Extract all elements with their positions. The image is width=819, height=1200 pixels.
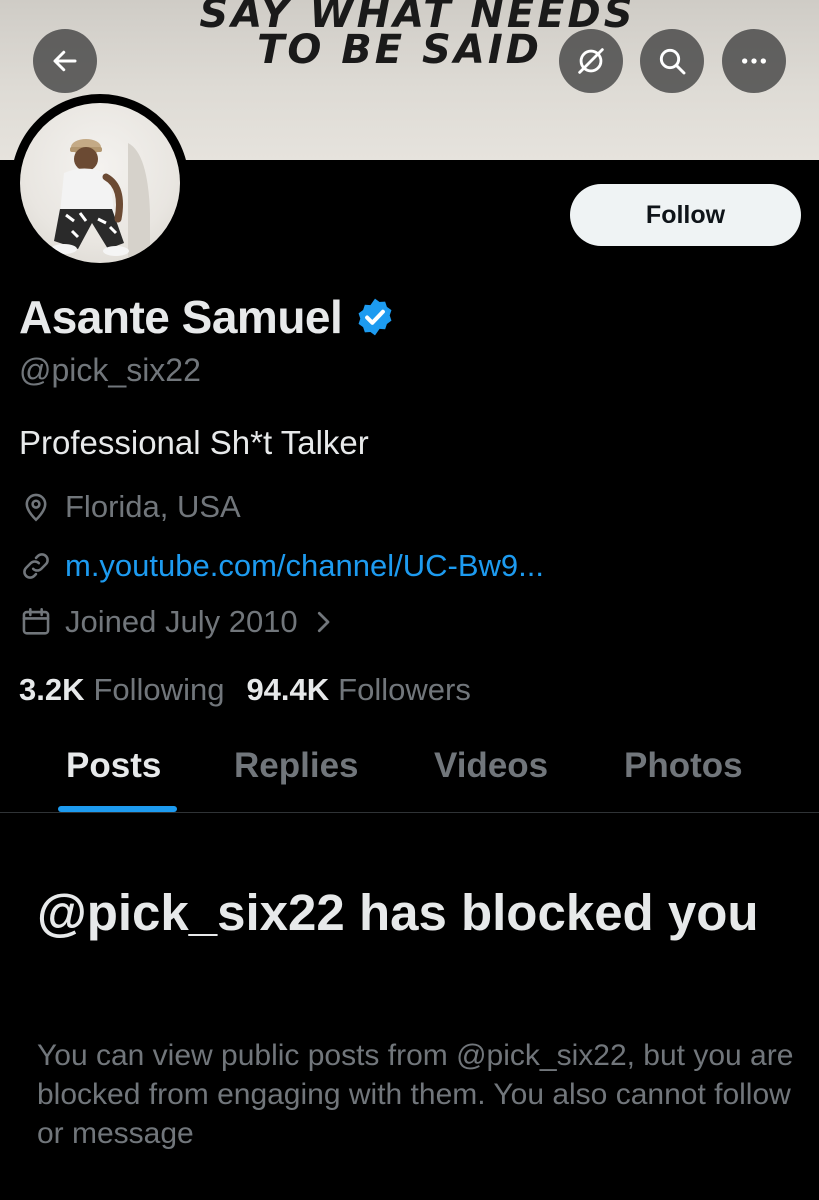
- mute-button[interactable]: [559, 29, 623, 93]
- tab-posts[interactable]: Posts: [66, 746, 161, 786]
- more-icon: [742, 58, 766, 64]
- followers-stat[interactable]: 94.4K Followers: [246, 672, 470, 708]
- profile-stats: 3.2K Following 94.4K Followers: [19, 672, 493, 708]
- profile-name-row: Asante Samuel: [19, 290, 396, 344]
- calendar-icon: [22, 607, 50, 635]
- blocked-title: @pick_six22 has blocked you: [37, 884, 759, 941]
- following-stat[interactable]: 3.2K Following: [19, 672, 224, 708]
- followers-label: Followers: [338, 672, 471, 707]
- avatar-photo: [20, 103, 180, 263]
- tab-replies[interactable]: Replies: [234, 746, 359, 786]
- profile-bio: Professional Sh*t Talker: [19, 424, 369, 461]
- back-button[interactable]: [33, 29, 97, 93]
- tabs-divider: [0, 812, 819, 813]
- more-options-button[interactable]: [722, 29, 786, 93]
- profile-joined[interactable]: Joined July 2010: [19, 604, 338, 640]
- mute-icon: [578, 48, 604, 74]
- blocked-description: You can view public posts from @pick_six…: [37, 1039, 794, 1150]
- chevron-right-icon: [317, 611, 330, 633]
- profile-handle: @pick_six22: [19, 352, 201, 388]
- verified-badge-icon[interactable]: [354, 296, 396, 338]
- link-icon: [23, 553, 49, 579]
- website-link[interactable]: m.youtube.com/channel/UC-Bw9...: [65, 548, 544, 584]
- followers-count: 94.4K: [246, 672, 330, 707]
- search-icon: [659, 48, 686, 75]
- tab-photos[interactable]: Photos: [624, 746, 743, 786]
- search-button[interactable]: [640, 29, 704, 93]
- follow-button[interactable]: Follow: [570, 184, 801, 246]
- following-count: 3.2K: [19, 672, 85, 707]
- tab-videos[interactable]: Videos: [434, 746, 548, 786]
- profile-name: Asante Samuel: [19, 291, 343, 343]
- joined-text: Joined July 2010: [65, 604, 298, 639]
- following-label: Following: [93, 672, 225, 707]
- avatar[interactable]: [11, 94, 189, 272]
- location-text: Florida, USA: [65, 489, 241, 524]
- profile-website[interactable]: m.youtube.com/channel/UC-Bw9...: [19, 548, 544, 584]
- back-arrow-icon: [53, 50, 77, 72]
- profile-location: Florida, USA: [19, 489, 241, 525]
- location-pin-icon: [25, 493, 47, 522]
